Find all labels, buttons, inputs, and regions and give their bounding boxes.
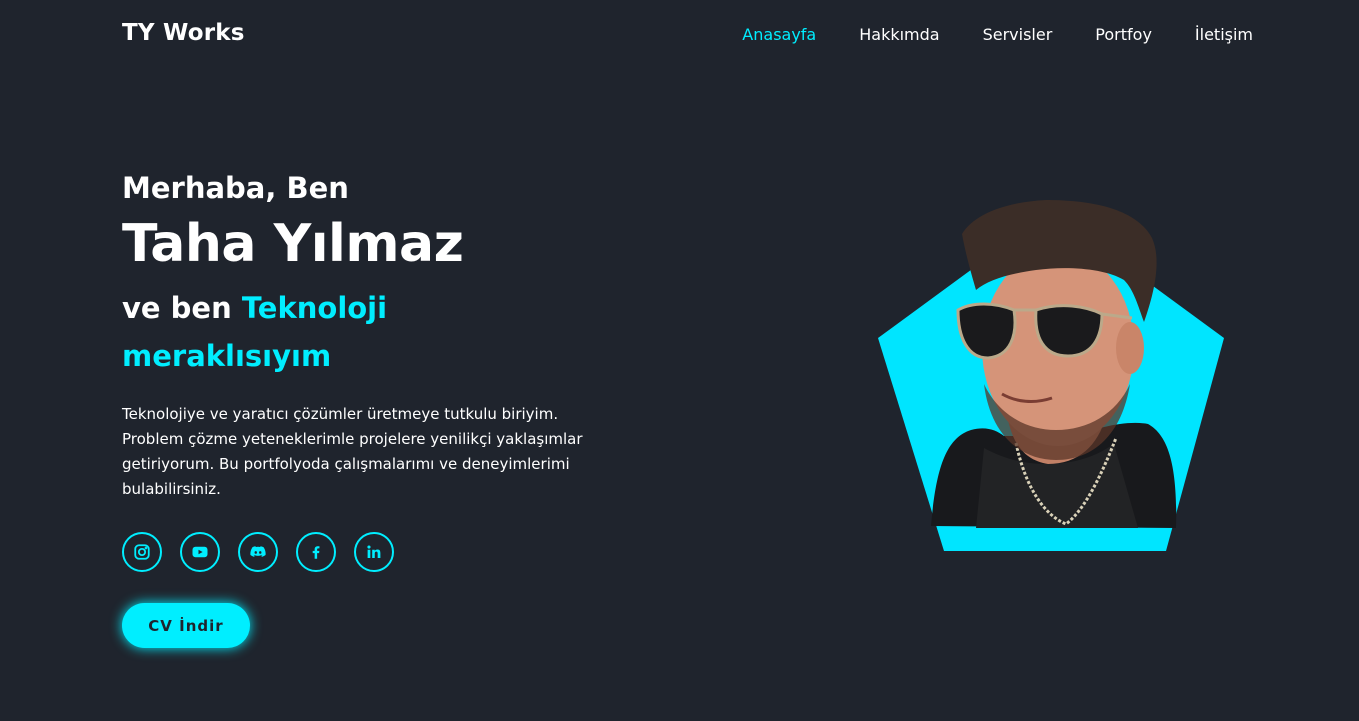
nav-link-iletisim[interactable]: İletişim <box>1195 25 1253 44</box>
role-prefix: ve ben <box>122 291 232 325</box>
youtube-link[interactable] <box>180 532 220 572</box>
linkedin-icon <box>367 545 381 558</box>
cv-download-button[interactable]: CV İndir <box>122 603 250 648</box>
name-heading: Taha Yılmaz <box>122 214 464 274</box>
nav-link-portfoy[interactable]: Portfoy <box>1095 25 1152 44</box>
ear-shape <box>1116 322 1144 374</box>
facebook-link[interactable] <box>296 532 336 572</box>
nav-link-hakkimda[interactable]: Hakkımda <box>859 25 939 44</box>
role-text: ve ben Teknoloji meraklısıyım <box>122 284 592 380</box>
social-links <box>122 532 592 572</box>
site-header: TY Works Anasayfa Hakkımda Servisler Por… <box>0 0 1359 72</box>
discord-link[interactable] <box>238 532 278 572</box>
instagram-icon <box>134 544 150 560</box>
youtube-icon <box>192 546 208 558</box>
profile-image <box>876 198 1226 554</box>
discord-icon <box>250 546 266 557</box>
nav-link-anasayfa[interactable]: Anasayfa <box>742 25 816 44</box>
main-nav: Anasayfa Hakkımda Servisler Portfoy İlet… <box>742 25 1253 44</box>
greeting-text: Merhaba, Ben <box>122 171 349 205</box>
logo-link[interactable]: TY Works <box>122 20 245 46</box>
linkedin-link[interactable] <box>354 532 394 572</box>
nav-link-servisler[interactable]: Servisler <box>983 25 1053 44</box>
profile-illustration <box>878 200 1224 551</box>
home-content: Merhaba, Ben Taha Yılmaz ve ben Teknoloj… <box>122 170 592 648</box>
description-text: Teknolojiye ve yaratıcı çözümler üretmey… <box>122 405 583 498</box>
instagram-link[interactable] <box>122 532 162 572</box>
facebook-icon <box>312 546 320 559</box>
